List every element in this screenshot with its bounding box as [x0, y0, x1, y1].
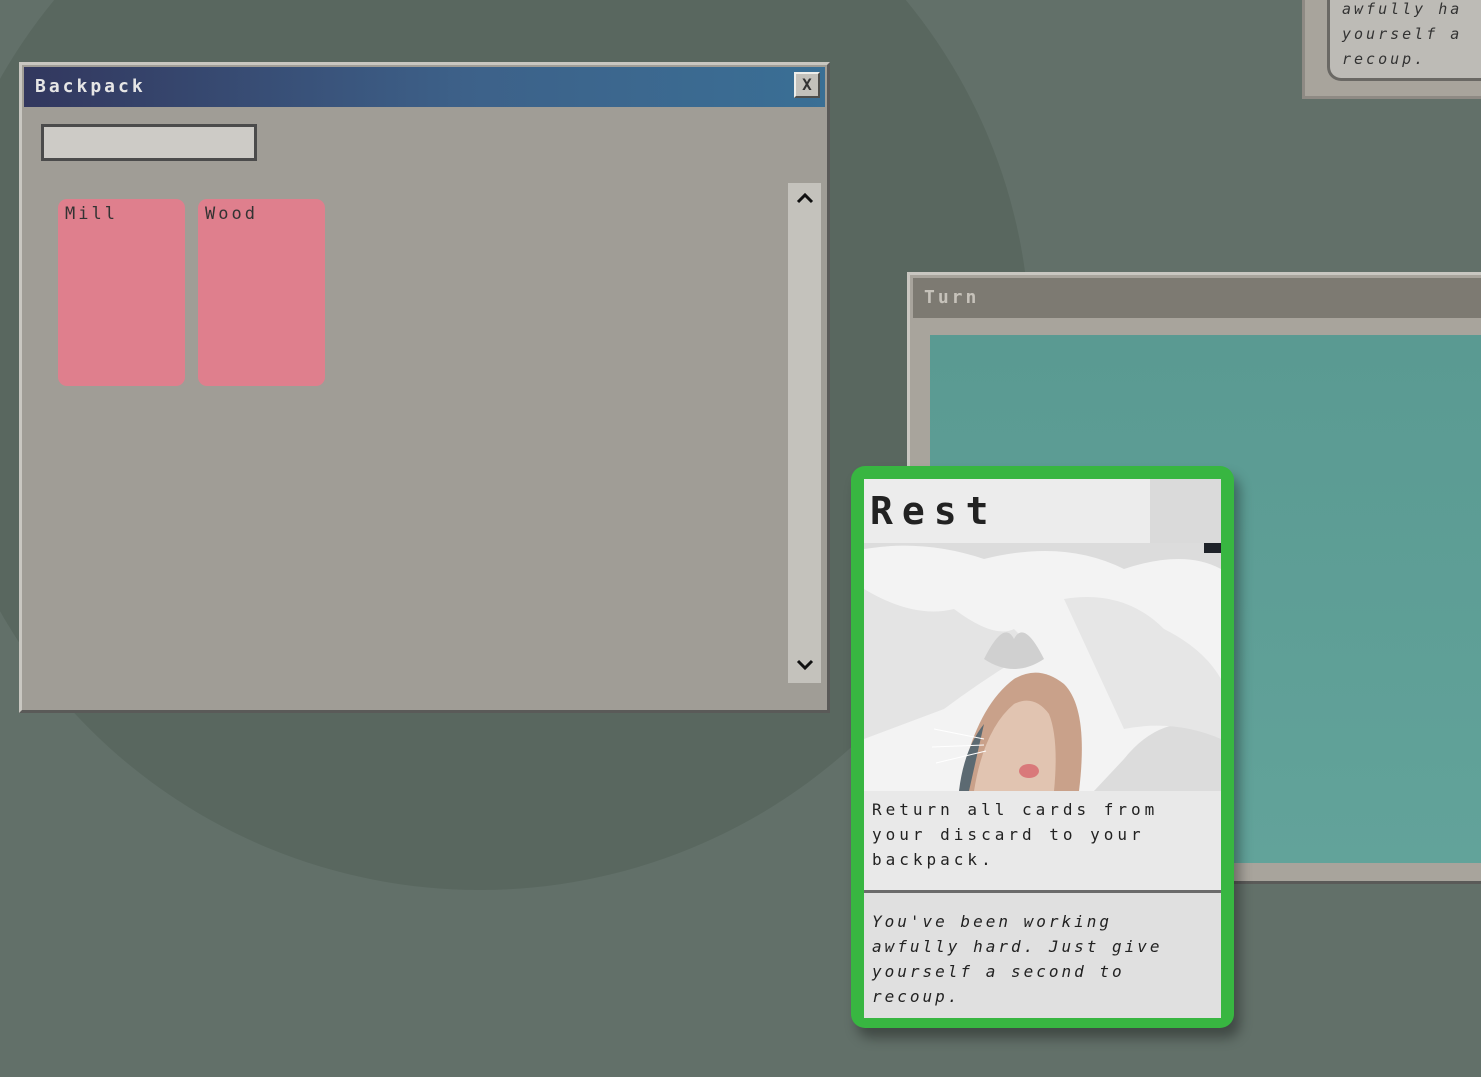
card-wood[interactable]: Wood [198, 199, 325, 386]
turn-titlebar[interactable]: Turn [913, 278, 1481, 318]
close-button[interactable]: X [794, 72, 820, 98]
card-name: Wood [205, 204, 258, 224]
card-flavor-text: You've been working awfully hard. Just g… [864, 893, 1221, 1018]
scroll-down-button[interactable] [788, 650, 821, 683]
backpack-window: Backpack X Mill Wood [19, 62, 830, 713]
vertical-scrollbar[interactable] [788, 183, 821, 683]
chevron-up-icon [796, 192, 813, 204]
rest-card[interactable]: Rest Return all cards from your discard … [851, 466, 1234, 1028]
card-mill[interactable]: Mill [58, 199, 185, 386]
card-description: Return all cards from your discard to yo… [864, 791, 1221, 890]
card-face: Rest Return all cards from your discard … [864, 479, 1221, 1018]
search-input[interactable] [41, 124, 257, 161]
card-name: Mill [65, 204, 118, 224]
turn-title: Turn [924, 287, 980, 308]
card-title: Rest [864, 479, 1221, 543]
scroll-up-button[interactable] [788, 183, 821, 216]
chevron-down-icon [796, 659, 813, 671]
backpack-title: Backpack [35, 76, 146, 97]
background-card-text: awfully ha yourself a recoup. [1327, 0, 1481, 81]
backpack-titlebar[interactable]: Backpack X [24, 67, 825, 107]
background-card-window: awfully ha yourself a recoup. [1302, 0, 1481, 99]
